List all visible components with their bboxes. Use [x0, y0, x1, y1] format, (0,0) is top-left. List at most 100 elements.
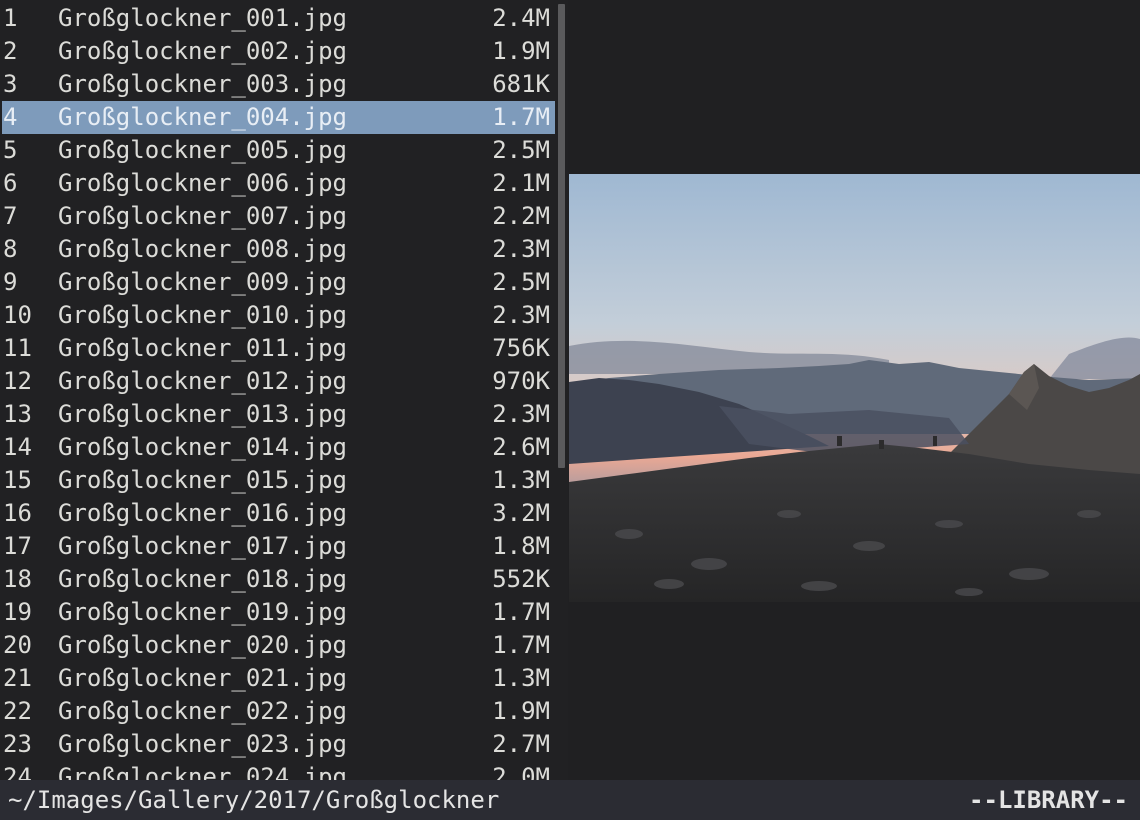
- file-size: 2.0M: [492, 763, 550, 780]
- file-size: 970K: [492, 367, 550, 395]
- file-row[interactable]: 3 Großglockner_003.jpg 681K: [2, 68, 555, 101]
- file-row[interactable]: 24 Großglockner_024.jpg 2.0M: [2, 761, 555, 780]
- file-index: 7: [3, 202, 18, 230]
- file-index: 24: [3, 763, 32, 780]
- file-size: 1.3M: [492, 664, 550, 692]
- file-name: Großglockner_002.jpg: [58, 37, 347, 65]
- file-index: 14: [3, 433, 32, 461]
- file-row[interactable]: 16 Großglockner_016.jpg 3.2M: [2, 497, 555, 530]
- file-name: Großglockner_024.jpg: [58, 763, 347, 780]
- file-size: 1.7M: [492, 631, 550, 659]
- file-row[interactable]: 10 Großglockner_010.jpg 2.3M: [2, 299, 555, 332]
- file-name: Großglockner_009.jpg: [58, 268, 347, 296]
- file-name: Großglockner_023.jpg: [58, 730, 347, 758]
- file-size: 1.8M: [492, 532, 550, 560]
- file-size: 3.2M: [492, 499, 550, 527]
- file-name: Großglockner_017.jpg: [58, 532, 347, 560]
- file-size: 2.3M: [492, 400, 550, 428]
- file-size: 2.5M: [492, 136, 550, 164]
- file-row[interactable]: 15 Großglockner_015.jpg 1.3M: [2, 464, 555, 497]
- file-name: Großglockner_007.jpg: [58, 202, 347, 230]
- mode-indicator: --LIBRARY--: [969, 786, 1128, 814]
- file-size: 2.6M: [492, 433, 550, 461]
- file-name: Großglockner_008.jpg: [58, 235, 347, 263]
- file-name: Großglockner_021.jpg: [58, 664, 347, 692]
- file-size: 1.9M: [492, 697, 550, 725]
- scrollbar-thumb[interactable]: [558, 4, 565, 468]
- file-size: 1.3M: [492, 466, 550, 494]
- file-size: 2.7M: [492, 730, 550, 758]
- file-row[interactable]: 23 Großglockner_023.jpg 2.7M: [2, 728, 555, 761]
- file-library-list[interactable]: 1 Großglockner_001.jpg 2.4M 2 Großglockner_0…: [0, 0, 556, 780]
- file-index: 15: [3, 466, 32, 494]
- file-name: Großglockner_004.jpg: [58, 103, 347, 131]
- file-name: Großglockner_005.jpg: [58, 136, 347, 164]
- file-name: Großglockner_012.jpg: [58, 367, 347, 395]
- file-size: 1.9M: [492, 37, 550, 65]
- preview-image: [569, 174, 1140, 602]
- file-index: 8: [3, 235, 18, 263]
- file-name: Großglockner_014.jpg: [58, 433, 347, 461]
- file-name: Großglockner_011.jpg: [58, 334, 347, 362]
- file-size: 1.7M: [492, 598, 550, 626]
- file-index: 19: [3, 598, 32, 626]
- file-index: 6: [3, 169, 18, 197]
- file-size: 2.5M: [492, 268, 550, 296]
- file-row[interactable]: 9 Großglockner_009.jpg 2.5M: [2, 266, 555, 299]
- file-row[interactable]: 21 Großglockner_021.jpg 1.3M: [2, 662, 555, 695]
- file-name: Großglockner_016.jpg: [58, 499, 347, 527]
- file-size: 2.2M: [492, 202, 550, 230]
- file-row[interactable]: 6 Großglockner_006.jpg 2.1M: [2, 167, 555, 200]
- file-row[interactable]: 7 Großglockner_007.jpg 2.2M: [2, 200, 555, 233]
- file-index: 3: [3, 70, 18, 98]
- file-row[interactable]: 1 Großglockner_001.jpg 2.4M: [2, 2, 555, 35]
- file-size: 681K: [492, 70, 550, 98]
- image-preview-pane: [568, 0, 1140, 780]
- file-size: 2.1M: [492, 169, 550, 197]
- file-row[interactable]: 4 Großglockner_004.jpg 1.7M: [2, 101, 555, 134]
- file-index: 11: [3, 334, 32, 362]
- file-index: 23: [3, 730, 32, 758]
- file-index: 4: [3, 103, 18, 131]
- file-index: 5: [3, 136, 18, 164]
- file-row[interactable]: 12 Großglockner_012.jpg 970K: [2, 365, 555, 398]
- current-path: ~/Images/Gallery/2017/Großglockner: [8, 786, 500, 814]
- file-index: 18: [3, 565, 32, 593]
- file-index: 16: [3, 499, 32, 527]
- file-name: Großglockner_001.jpg: [58, 4, 347, 32]
- file-size: 552K: [492, 565, 550, 593]
- file-row[interactable]: 17 Großglockner_017.jpg 1.8M: [2, 530, 555, 563]
- file-row[interactable]: 11 Großglockner_011.jpg 756K: [2, 332, 555, 365]
- file-size: 2.4M: [492, 4, 550, 32]
- file-row[interactable]: 13 Großglockner_013.jpg 2.3M: [2, 398, 555, 431]
- file-name: Großglockner_010.jpg: [58, 301, 347, 329]
- file-index: 13: [3, 400, 32, 428]
- file-name: Großglockner_013.jpg: [58, 400, 347, 428]
- file-size: 1.7M: [492, 103, 550, 131]
- file-index: 20: [3, 631, 32, 659]
- file-index: 22: [3, 697, 32, 725]
- status-bar: ~/Images/Gallery/2017/Großglockner --LIB…: [0, 780, 1140, 820]
- file-row[interactable]: 22 Großglockner_022.jpg 1.9M: [2, 695, 555, 728]
- file-index: 12: [3, 367, 32, 395]
- file-size: 2.3M: [492, 301, 550, 329]
- file-row[interactable]: 8 Großglockner_008.jpg 2.3M: [2, 233, 555, 266]
- file-row[interactable]: 5 Großglockner_005.jpg 2.5M: [2, 134, 555, 167]
- file-name: Großglockner_019.jpg: [58, 598, 347, 626]
- file-row[interactable]: 2 Großglockner_002.jpg 1.9M: [2, 35, 555, 68]
- file-row[interactable]: 19 Großglockner_019.jpg 1.7M: [2, 596, 555, 629]
- file-name: Großglockner_006.jpg: [58, 169, 347, 197]
- file-row[interactable]: 18 Großglockner_018.jpg 552K: [2, 563, 555, 596]
- file-name: Großglockner_015.jpg: [58, 466, 347, 494]
- library-scrollbar[interactable]: [556, 0, 568, 780]
- file-name: Großglockner_020.jpg: [58, 631, 347, 659]
- file-row[interactable]: 20 Großglockner_020.jpg 1.7M: [2, 629, 555, 662]
- file-index: 9: [3, 268, 18, 296]
- file-size: 756K: [492, 334, 550, 362]
- file-index: 1: [3, 4, 18, 32]
- file-name: Großglockner_003.jpg: [58, 70, 347, 98]
- file-index: 10: [3, 301, 32, 329]
- file-row[interactable]: 14 Großglockner_014.jpg 2.6M: [2, 431, 555, 464]
- file-name: Großglockner_018.jpg: [58, 565, 347, 593]
- file-index: 2: [3, 37, 18, 65]
